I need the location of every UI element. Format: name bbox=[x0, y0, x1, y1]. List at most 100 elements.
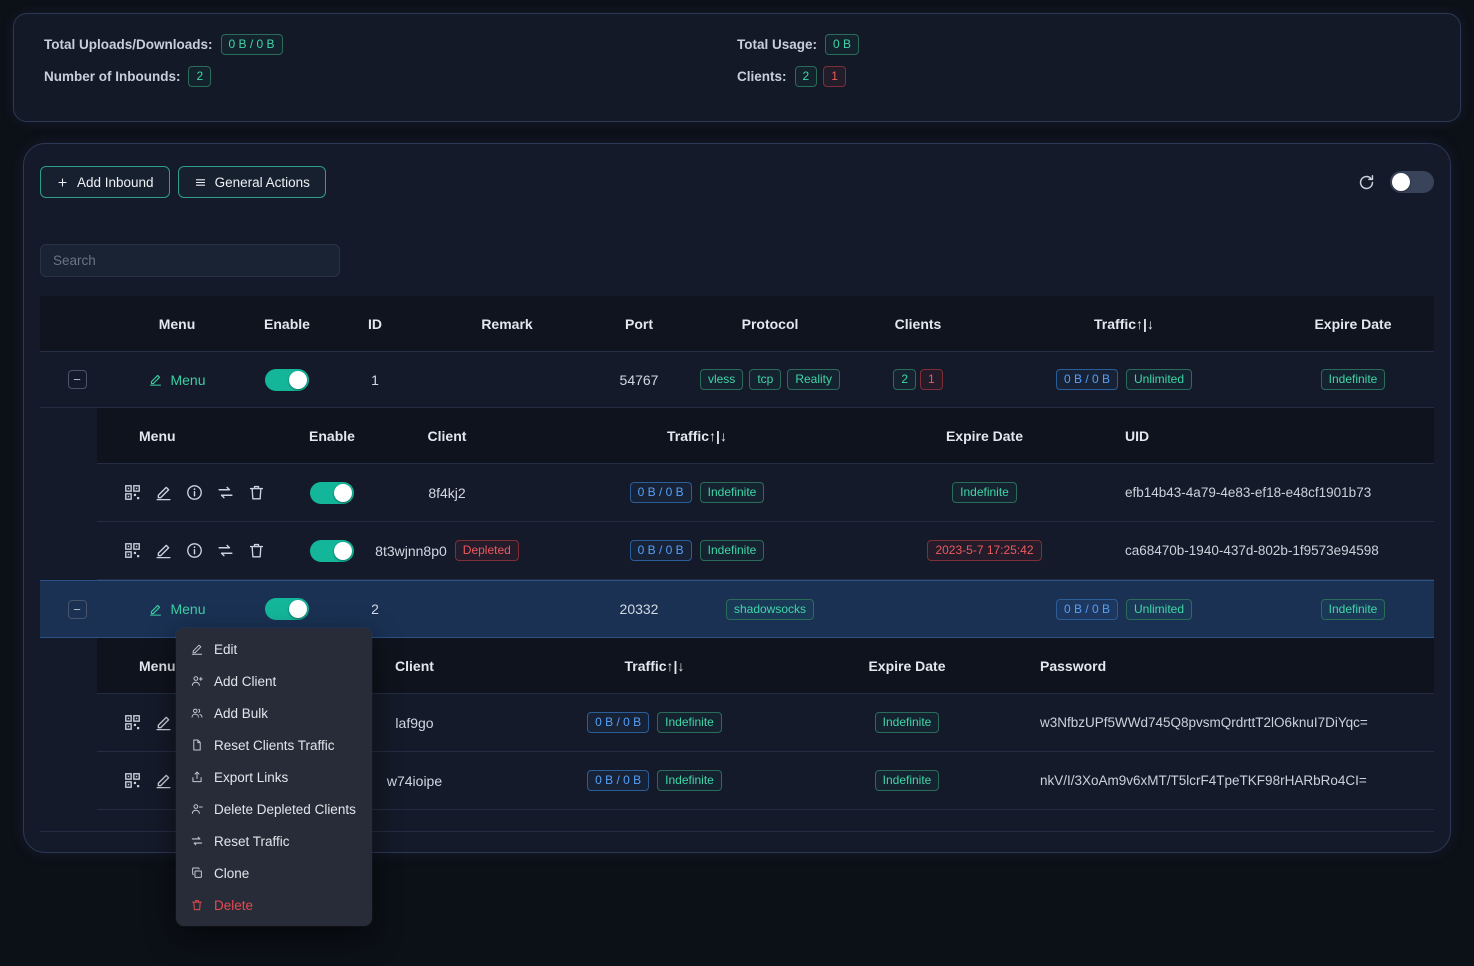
qr-code-icon[interactable] bbox=[123, 541, 142, 560]
transfer-icon[interactable] bbox=[216, 541, 235, 560]
sub-header-expire-date: Expire Date bbox=[852, 658, 962, 674]
menu-item-delete-depleted-clients[interactable]: Delete Depleted Clients bbox=[180, 793, 368, 825]
inbound-id: 2 bbox=[334, 601, 416, 617]
export-icon bbox=[190, 770, 204, 784]
menu-item-add-client[interactable]: Add Client bbox=[180, 665, 368, 697]
inbound-port: 20332 bbox=[598, 601, 680, 617]
info-icon[interactable] bbox=[185, 483, 204, 502]
inbound-menu-button[interactable]: Menu bbox=[148, 601, 205, 617]
client-uid: efb14b43-4a79-4e83-ef18-e48cf1901b73 bbox=[1125, 485, 1371, 500]
sub-header-traffic-sort[interactable]: Traffic↑|↓ bbox=[522, 428, 872, 444]
clients-subtable-1-header: Menu Enable Client Traffic↑|↓ Expire Dat… bbox=[97, 408, 1434, 464]
client-password: w3NfbzUPf5WWd745Q8pvsmQrdrttT2lO6knuI7Di… bbox=[1040, 715, 1368, 730]
sub-header-uid: UID bbox=[1097, 428, 1434, 444]
user-delete-icon bbox=[190, 802, 204, 816]
inbound-menu-label: Menu bbox=[170, 372, 205, 388]
stat-clients: Clients: 2 1 bbox=[737, 66, 1430, 87]
edit-icon[interactable] bbox=[154, 771, 173, 790]
inbound-row-1: − Menu 1 54767 vless tcp Reality 2 1 0 B… bbox=[40, 352, 1434, 408]
stats-right-column: Total Usage: 0 B Clients: 2 1 bbox=[737, 34, 1430, 101]
qr-code-icon[interactable] bbox=[123, 713, 142, 732]
users-icon bbox=[190, 706, 204, 720]
transfer-icon bbox=[190, 834, 204, 848]
refresh-icon[interactable] bbox=[1357, 173, 1376, 192]
client-traffic-total-badge: Indefinite bbox=[657, 770, 722, 791]
header-port: Port bbox=[598, 316, 680, 332]
edit-icon bbox=[190, 642, 204, 656]
menu-item-delete[interactable]: Delete bbox=[180, 889, 368, 921]
client-name: 8f4kj2 bbox=[428, 485, 465, 501]
delete-icon[interactable] bbox=[247, 483, 266, 502]
clients-depleted-badge: 1 bbox=[823, 66, 846, 87]
header-remark: Remark bbox=[416, 316, 598, 332]
menu-item-reset-traffic[interactable]: Reset Traffic bbox=[180, 825, 368, 857]
inbound-menu-button[interactable]: Menu bbox=[148, 372, 205, 388]
client-row: 8f4kj2 0 B / 0 B Indefinite Indefinite e… bbox=[97, 464, 1434, 522]
menu-item-export-links[interactable]: Export Links bbox=[180, 761, 368, 793]
sub-header-traffic-sort[interactable]: Traffic↑|↓ bbox=[457, 658, 852, 674]
collapse-row-button[interactable]: − bbox=[68, 600, 87, 619]
traffic-badge: 0 B / 0 B bbox=[1056, 599, 1118, 620]
client-expire-badge: Indefinite bbox=[952, 482, 1017, 503]
sub-header-expire-date: Expire Date bbox=[872, 428, 1097, 444]
client-enable-toggle[interactable] bbox=[310, 540, 354, 562]
client-name: laf9go bbox=[395, 715, 433, 731]
collapse-row-button[interactable]: − bbox=[68, 370, 87, 389]
general-actions-button[interactable]: General Actions bbox=[178, 166, 326, 198]
edit-icon bbox=[148, 372, 163, 387]
expire-badge: Indefinite bbox=[1321, 599, 1386, 620]
header-clients: Clients bbox=[860, 316, 976, 332]
inbound-count-value-badge: 2 bbox=[188, 66, 211, 87]
copy-icon bbox=[190, 866, 204, 880]
header-protocol: Protocol bbox=[680, 316, 860, 332]
clients-subtable-1: Menu Enable Client Traffic↑|↓ Expire Dat… bbox=[97, 408, 1434, 580]
header-traffic-sort[interactable]: Traffic↑|↓ bbox=[976, 316, 1272, 332]
traffic-total-badge: Unlimited bbox=[1126, 369, 1192, 390]
protocol-badge: Reality bbox=[787, 369, 840, 390]
edit-icon[interactable] bbox=[154, 713, 173, 732]
client-uid: ca68470b-1940-437d-802b-1f9573e94598 bbox=[1125, 543, 1379, 558]
traffic-badge: 0 B / 0 B bbox=[1056, 369, 1118, 390]
info-icon[interactable] bbox=[185, 541, 204, 560]
add-inbound-button[interactable]: Add Inbound bbox=[40, 166, 170, 198]
inbound-port: 54767 bbox=[598, 372, 680, 388]
toolbar: Add Inbound General Actions bbox=[40, 166, 1434, 198]
menu-item-add-bulk[interactable]: Add Bulk bbox=[180, 697, 368, 729]
stat-inbound-count: Number of Inbounds: 2 bbox=[44, 66, 737, 87]
client-traffic-total-badge: Indefinite bbox=[700, 482, 765, 503]
total-updown-label: Total Uploads/Downloads: bbox=[44, 37, 213, 52]
edit-icon[interactable] bbox=[154, 483, 173, 502]
client-row: 8t3wjnn8p0 Depleted 0 B / 0 B Indefinite… bbox=[97, 522, 1434, 580]
clients-depleted-badge: 1 bbox=[920, 369, 943, 390]
menu-item-clone[interactable]: Clone bbox=[180, 857, 368, 889]
client-traffic-badge: 0 B / 0 B bbox=[630, 540, 692, 561]
enable-toggle[interactable] bbox=[265, 598, 309, 620]
total-updown-value-badge: 0 B / 0 B bbox=[221, 34, 283, 55]
qr-code-icon[interactable] bbox=[123, 483, 142, 502]
depleted-badge: Depleted bbox=[455, 540, 519, 561]
enable-toggle[interactable] bbox=[265, 369, 309, 391]
menu-item-reset-clients-traffic[interactable]: Reset Clients Traffic bbox=[180, 729, 368, 761]
protocol-badge: shadowsocks bbox=[726, 599, 814, 620]
qr-code-icon[interactable] bbox=[123, 771, 142, 790]
header-menu: Menu bbox=[114, 316, 240, 332]
sub-header-enable: Enable bbox=[292, 428, 372, 444]
client-name: w74ioipe bbox=[387, 773, 442, 789]
edit-icon[interactable] bbox=[154, 541, 173, 560]
client-traffic-badge: 0 B / 0 B bbox=[587, 770, 649, 791]
expire-badge: Indefinite bbox=[1321, 369, 1386, 390]
delete-icon[interactable] bbox=[247, 541, 266, 560]
user-add-icon bbox=[190, 674, 204, 688]
menu-item-edit[interactable]: Edit bbox=[180, 633, 368, 665]
document-icon bbox=[190, 738, 204, 752]
protocol-badge: tcp bbox=[749, 369, 781, 390]
theme-toggle[interactable] bbox=[1390, 171, 1434, 193]
transfer-icon[interactable] bbox=[216, 483, 235, 502]
client-expire-badge: Indefinite bbox=[875, 770, 940, 791]
header-enable: Enable bbox=[240, 316, 334, 332]
search-input[interactable] bbox=[40, 244, 340, 277]
client-traffic-badge: 0 B / 0 B bbox=[587, 712, 649, 733]
sub-header-client: Client bbox=[372, 658, 457, 674]
add-inbound-label: Add Inbound bbox=[77, 175, 154, 190]
client-enable-toggle[interactable] bbox=[310, 482, 354, 504]
